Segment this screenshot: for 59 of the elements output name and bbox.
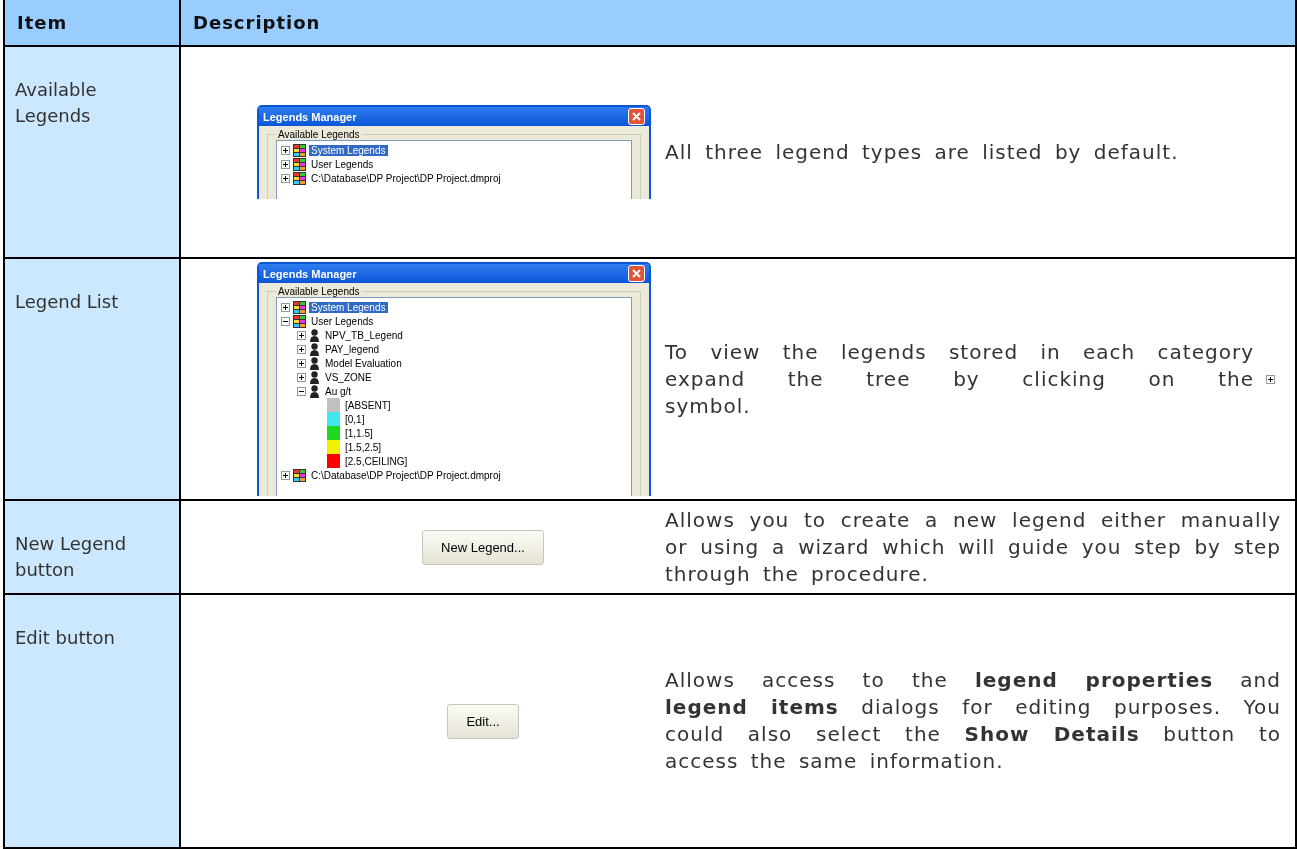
tree-item[interactable]: Model Evaluation — [323, 357, 404, 369]
item-cell: Legend List — [5, 259, 181, 501]
expand-icon[interactable] — [297, 358, 306, 368]
tree-item[interactable]: C:\Database\DP Project\DP Project.dmproj — [309, 172, 503, 184]
palette-grid-icon — [293, 143, 306, 157]
expand-icon[interactable] — [281, 173, 290, 183]
expand-icon — [1266, 374, 1275, 384]
expand-icon[interactable] — [297, 344, 306, 354]
tree-item[interactable]: System Legends — [309, 144, 388, 156]
tree-item[interactable]: [0,1] — [343, 413, 367, 425]
collapse-icon[interactable] — [297, 386, 306, 396]
description-text: All three legend types are listed by default. — [665, 138, 1180, 166]
person-icon — [309, 356, 320, 370]
item-cell: Available Legends — [5, 47, 181, 259]
expand-icon[interactable] — [281, 159, 290, 169]
item-cell: New Legend button — [5, 501, 181, 595]
expand-icon[interactable] — [281, 302, 290, 312]
tree-item[interactable]: [ABSENT] — [343, 399, 393, 411]
close-button[interactable] — [628, 265, 645, 282]
tree-item[interactable]: VS_ZONE — [323, 371, 374, 383]
palette-grid-icon — [293, 300, 306, 314]
palette-grid-icon — [293, 157, 306, 171]
person-icon — [309, 384, 320, 398]
tree-item[interactable]: [2.5,CEILING] — [343, 455, 410, 467]
palette-grid-icon — [293, 468, 306, 482]
tree-item[interactable]: C:\Database\DP Project\DP Project.dmproj — [309, 469, 503, 481]
collapse-icon[interactable] — [281, 316, 290, 326]
tree-item[interactable]: User Legends — [309, 158, 376, 170]
tree-item[interactable]: System Legends — [309, 301, 388, 313]
item-cell: Edit button — [5, 595, 181, 849]
tree-item[interactable]: [1.5,2.5] — [343, 441, 384, 453]
tree-item[interactable]: NPV_TB_Legend — [323, 329, 405, 341]
person-icon — [309, 328, 320, 342]
close-button[interactable] — [628, 108, 645, 125]
expand-icon[interactable] — [297, 372, 306, 382]
description-text: Allows access to the legend properties and legend items dialogs for editing purposes. You could also select the Show Details button to access the same information. — [665, 667, 1281, 775]
dialog-title: Legends Manager — [263, 267, 357, 280]
dialog-title: Legends Manager — [263, 110, 357, 123]
description-text: symbol. — [665, 392, 752, 420]
group-label: Available Legends — [277, 129, 361, 140]
dialog-button[interactable]: New Legend... — [422, 529, 544, 565]
expand-icon[interactable] — [281, 145, 290, 155]
tree-item[interactable]: [1,1.5] — [343, 427, 375, 439]
expand-icon[interactable] — [281, 470, 290, 480]
column-header: Description — [181, 0, 1295, 47]
person-icon — [309, 342, 320, 356]
tree-item[interactable]: PAY_legend — [323, 343, 382, 355]
tree-item[interactable]: Au g/t — [323, 385, 354, 397]
palette-grid-icon — [293, 171, 306, 185]
person-icon — [309, 370, 320, 384]
group-label: Available Legends — [277, 286, 361, 297]
description-text: Allows you to create a new legend either manually or using a wizard which will guide you step by step through the procedure. — [665, 506, 1281, 588]
close-icon — [632, 112, 641, 121]
expand-icon[interactable] — [297, 330, 306, 340]
dialog-button[interactable]: Edit... — [447, 703, 519, 739]
close-icon — [632, 269, 641, 278]
column-header: Item — [5, 0, 181, 47]
palette-grid-icon — [293, 314, 306, 328]
tree-item[interactable]: User Legends — [309, 315, 376, 327]
